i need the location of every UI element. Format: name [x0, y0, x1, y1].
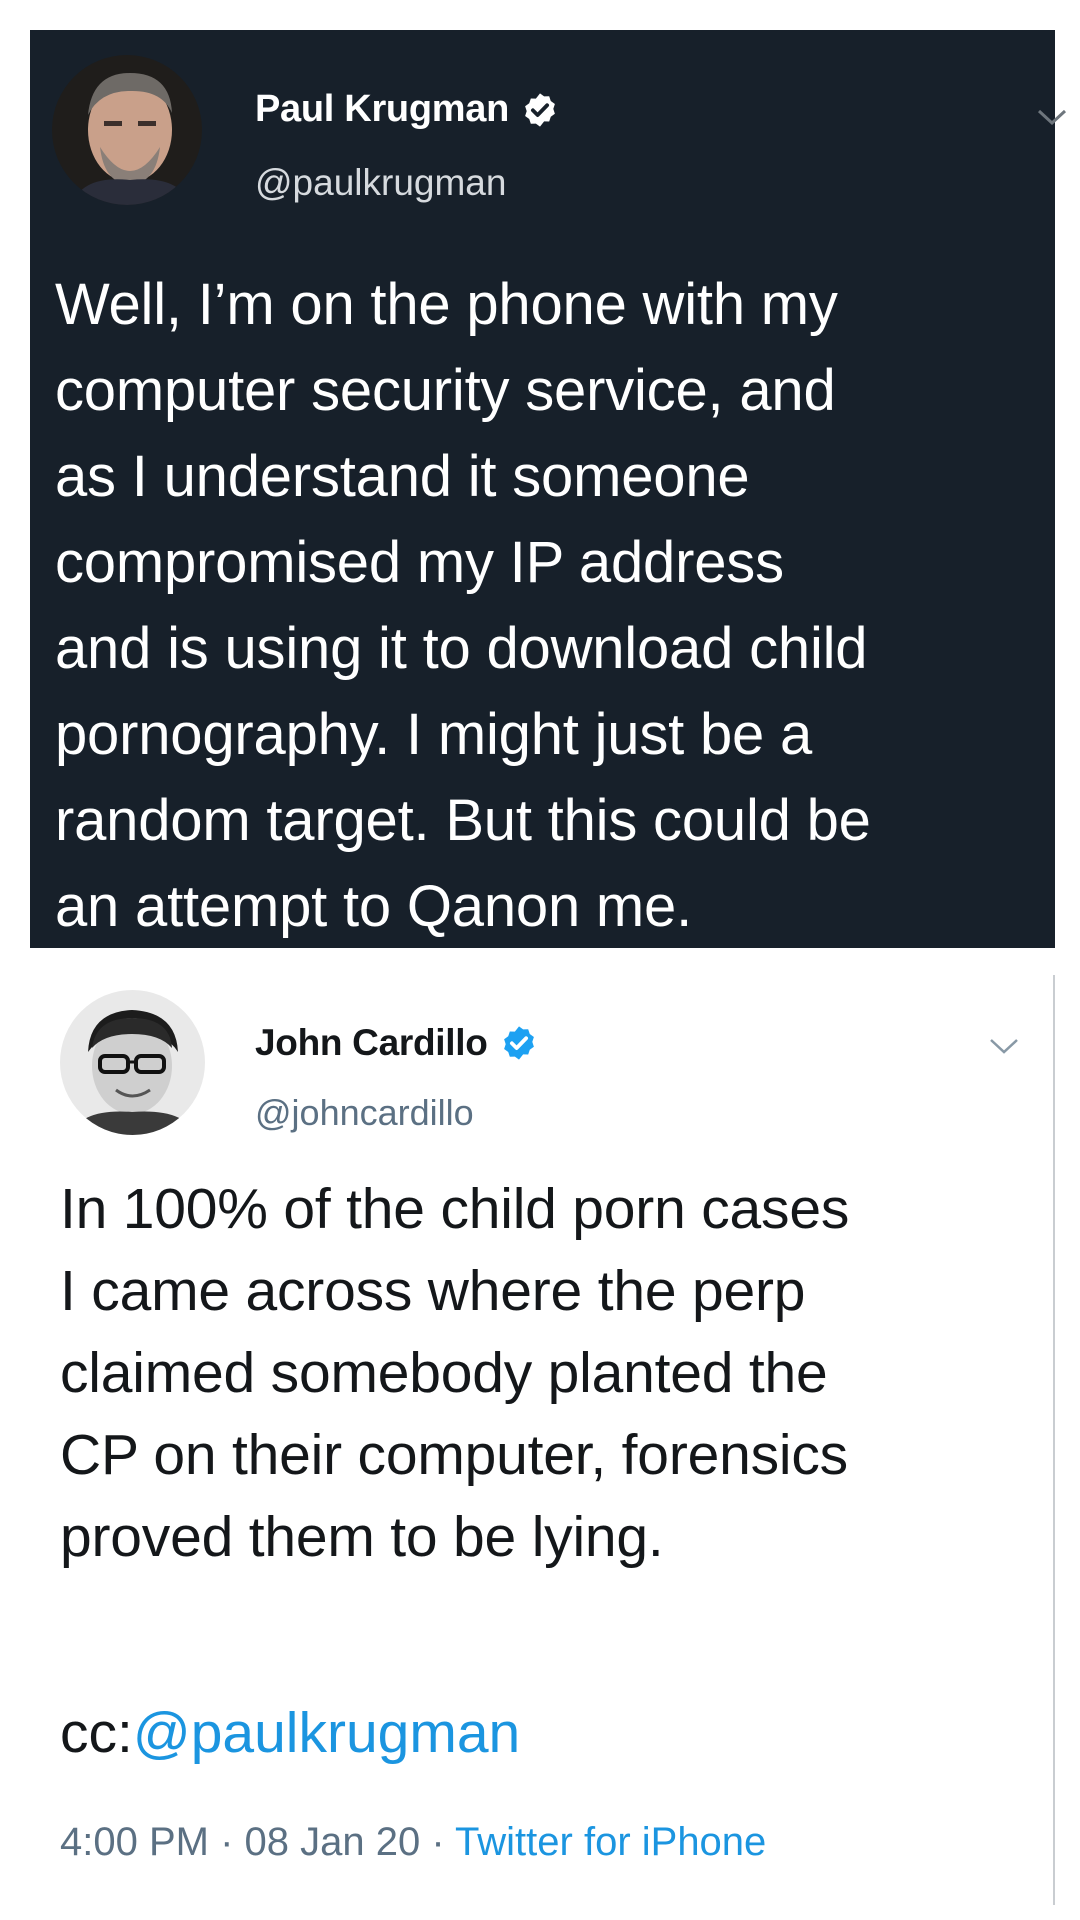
author-name-krugman[interactable]: Paul Krugman [255, 88, 559, 131]
verified-badge-icon [500, 1024, 538, 1062]
tweet-time[interactable]: 4:00 PM [60, 1820, 209, 1864]
author-handle-cardillo[interactable]: @johncardillo [255, 1092, 474, 1134]
chevron-down-icon[interactable] [1035, 106, 1069, 128]
tweet-date[interactable]: 08 Jan 20 [245, 1820, 421, 1864]
author-name-text: John Cardillo [255, 1022, 488, 1063]
cc-line: cc:@paulkrugman [60, 1700, 520, 1766]
tweet-text-krugman: Well, I’m on the phone with my computer … [55, 272, 871, 939]
verified-badge-icon [521, 91, 559, 129]
avatar-krugman[interactable] [52, 55, 202, 205]
tweet-card-cardillo[interactable]: John Cardillo @johncardillo In 100% of t… [30, 975, 1055, 1905]
author-handle-krugman[interactable]: @paulkrugman [255, 162, 506, 204]
mention-link[interactable]: @paulkrugman [133, 1701, 520, 1765]
chevron-down-icon[interactable] [987, 1035, 1021, 1057]
meta-separator: · [420, 1820, 456, 1864]
tweet-metadata: 4:00 PM · 08 Jan 20 · Twitter for iPhone [60, 1820, 766, 1865]
author-name-text: Paul Krugman [255, 88, 509, 130]
author-name-cardillo[interactable]: John Cardillo [255, 1022, 538, 1064]
avatar-cardillo[interactable] [60, 990, 205, 1135]
cc-prefix: cc: [60, 1701, 133, 1765]
tweet-text-cardillo: In 100% of the child porn cases I came a… [60, 1177, 850, 1569]
meta-separator: · [208, 1820, 245, 1864]
tweet-source-link[interactable]: Twitter for iPhone [455, 1820, 766, 1864]
tweet-card-krugman[interactable]: Paul Krugman @paulkrugman Well, I’m on t… [30, 30, 1067, 948]
